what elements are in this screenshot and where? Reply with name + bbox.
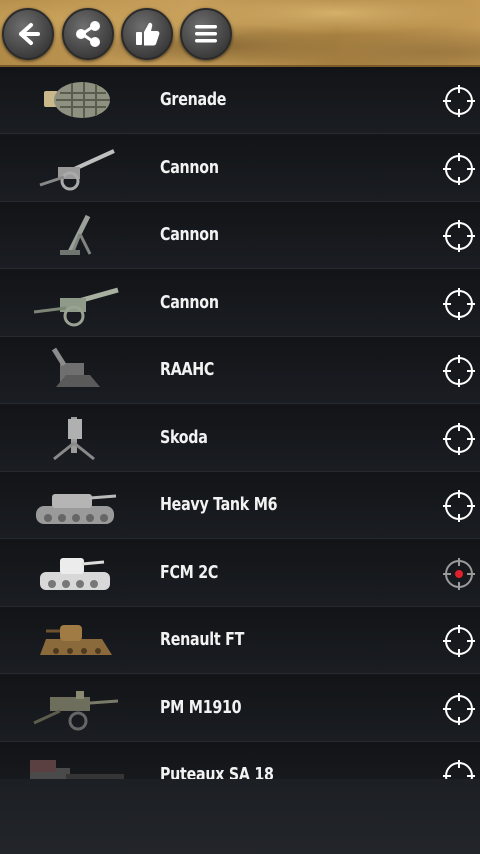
- fcm-tank-thumbnail: [30, 548, 124, 598]
- item-label: Renault FT: [160, 629, 245, 650]
- machine-gun-thumbnail: [30, 683, 124, 733]
- item-label: Puteaux SA 18: [160, 764, 274, 779]
- item-label: Heavy Tank M6: [160, 494, 278, 515]
- empty-area: [0, 779, 480, 854]
- thumbs-up-icon: [131, 18, 163, 50]
- list-item[interactable]: Cannon: [0, 202, 480, 269]
- crosshair-icon[interactable]: [442, 287, 476, 321]
- aa-gun-thumbnail: [30, 345, 124, 395]
- crosshair-selected-icon[interactable]: [442, 557, 476, 591]
- item-label: Cannon: [160, 291, 219, 313]
- list-item[interactable]: Cannon: [0, 269, 480, 337]
- item-label: RAAHC: [160, 359, 215, 380]
- crosshair-icon[interactable]: [442, 489, 476, 523]
- crosshair-icon[interactable]: [442, 624, 476, 658]
- heavy-tank-thumbnail: [30, 480, 124, 530]
- grenade-thumbnail: [30, 75, 124, 125]
- crosshair-icon[interactable]: [442, 219, 476, 253]
- share-button[interactable]: [62, 8, 114, 60]
- list-item[interactable]: Puteaux SA 18: [0, 742, 480, 779]
- howitzer-thumbnail: [30, 278, 124, 328]
- list-item[interactable]: Cannon: [0, 134, 480, 202]
- crosshair-icon[interactable]: [442, 354, 476, 388]
- menu-icon: [191, 19, 221, 49]
- item-label: PM M1910: [160, 696, 242, 718]
- crosshair-icon[interactable]: [442, 692, 476, 726]
- item-label: Cannon: [160, 156, 219, 178]
- item-label: Grenade: [160, 89, 227, 110]
- top-toolbar: [0, 0, 480, 67]
- item-label: FCM 2C: [160, 561, 219, 583]
- mortar-thumbnail: [30, 210, 124, 260]
- skoda-gun-thumbnail: [30, 413, 124, 463]
- item-label: Cannon: [160, 224, 219, 245]
- list-item[interactable]: RAAHC: [0, 337, 480, 404]
- crosshair-icon[interactable]: [442, 84, 476, 118]
- crosshair-icon[interactable]: [442, 759, 476, 779]
- back-button[interactable]: [2, 8, 54, 60]
- field-gun-thumbnail: [30, 143, 124, 193]
- list-item[interactable]: Renault FT: [0, 607, 480, 674]
- list-item[interactable]: Heavy Tank M6: [0, 472, 480, 539]
- crosshair-icon[interactable]: [442, 152, 476, 186]
- back-arrow-icon: [11, 17, 45, 51]
- puteaux-gun-thumbnail: [30, 750, 124, 779]
- renault-tank-thumbnail: [30, 615, 124, 665]
- list-item[interactable]: Skoda: [0, 404, 480, 472]
- like-button[interactable]: [121, 8, 173, 60]
- list-item[interactable]: PM M1910: [0, 674, 480, 742]
- list-item[interactable]: FCM 2C: [0, 539, 480, 607]
- share-icon: [72, 18, 104, 50]
- list-item[interactable]: Grenade: [0, 67, 480, 134]
- menu-button[interactable]: [180, 8, 232, 60]
- crosshair-icon[interactable]: [442, 422, 476, 456]
- item-label: Skoda: [160, 426, 208, 448]
- weapon-list[interactable]: Grenade Cannon Cannon Cannon RAAHC Skoda Heavy…: [0, 67, 480, 779]
